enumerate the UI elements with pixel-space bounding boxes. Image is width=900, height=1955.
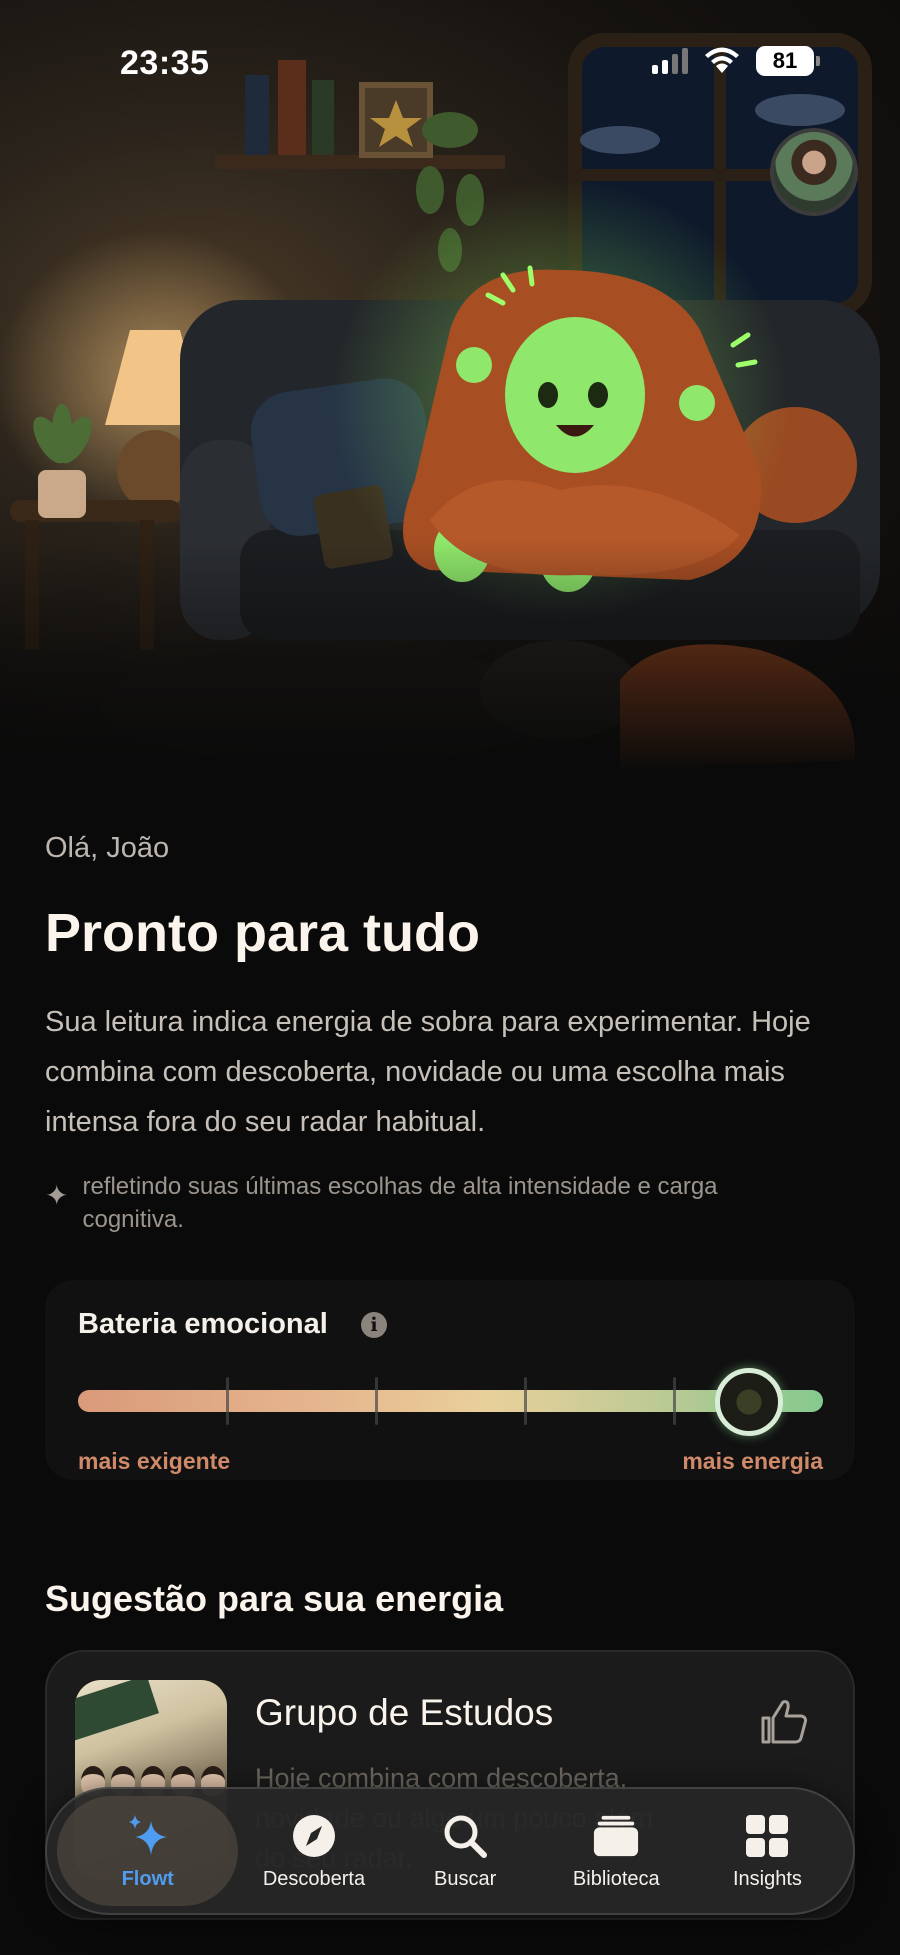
greeting: Olá, João [45,832,170,864]
battery-icon: 81 [756,46,820,76]
cellular-signal-icon [652,48,688,74]
search-icon [441,1812,489,1860]
hero-fade [0,540,900,800]
library-icon [592,1812,640,1860]
tab-biblioteca[interactable]: Biblioteca [541,1796,692,1906]
tab-label: Descoberta [262,1867,366,1890]
status-icons: 81 [652,46,820,76]
suggestion-title: Grupo de Estudos [255,1692,554,1733]
thumbs-up-icon[interactable] [755,1692,815,1752]
emotional-battery-title: Bateria emocional [78,1308,328,1340]
tab-buscar[interactable]: Buscar [390,1796,541,1906]
tab-descoberta[interactable]: Descoberta [238,1796,389,1906]
tab-label: Biblioteca [572,1867,660,1890]
emotional-battery-slider[interactable] [78,1390,823,1412]
slider-max-label: mais energia [682,1448,823,1474]
status-time: 23:35 [120,44,210,82]
slider-tick [375,1377,378,1425]
tab-flowt[interactable]: Flowt [57,1796,239,1906]
hero-illustration [0,0,900,800]
grid-icon [743,1812,791,1860]
slider-tick [524,1377,527,1425]
tab-label: Flowt [121,1867,174,1890]
compass-icon [290,1812,338,1860]
emotional-battery-card: Bateria emocional i mais exigente mais e… [45,1280,855,1480]
slider-thumb[interactable] [714,1368,783,1436]
mood-title: Pronto para tudo [45,903,480,963]
tab-insights[interactable]: Insights [692,1796,843,1906]
profile-avatar[interactable] [770,128,858,216]
info-icon[interactable]: i [361,1312,387,1338]
insight-text: refletindo suas últimas escolhas de alta… [82,1173,718,1233]
mood-description: Sua leitura indica energia de sobra para… [45,1006,811,1138]
sparkles-icon [124,1812,172,1860]
sparkle-icon: ✦ [45,1180,69,1211]
insight-note: ✦ refletindo suas últimas escolhas de al… [45,1170,865,1236]
tab-label: Buscar [434,1867,497,1890]
slider-min-label: mais exigente [78,1448,231,1474]
tab-label: Insights [732,1867,802,1890]
section-title: Sugestão para sua energia [45,1578,504,1619]
slider-tick [226,1377,229,1425]
tab-bar: Flowt Descoberta Buscar Biblioteca Insig… [45,1787,855,1915]
wifi-icon [705,47,739,73]
slider-tick [673,1377,676,1425]
